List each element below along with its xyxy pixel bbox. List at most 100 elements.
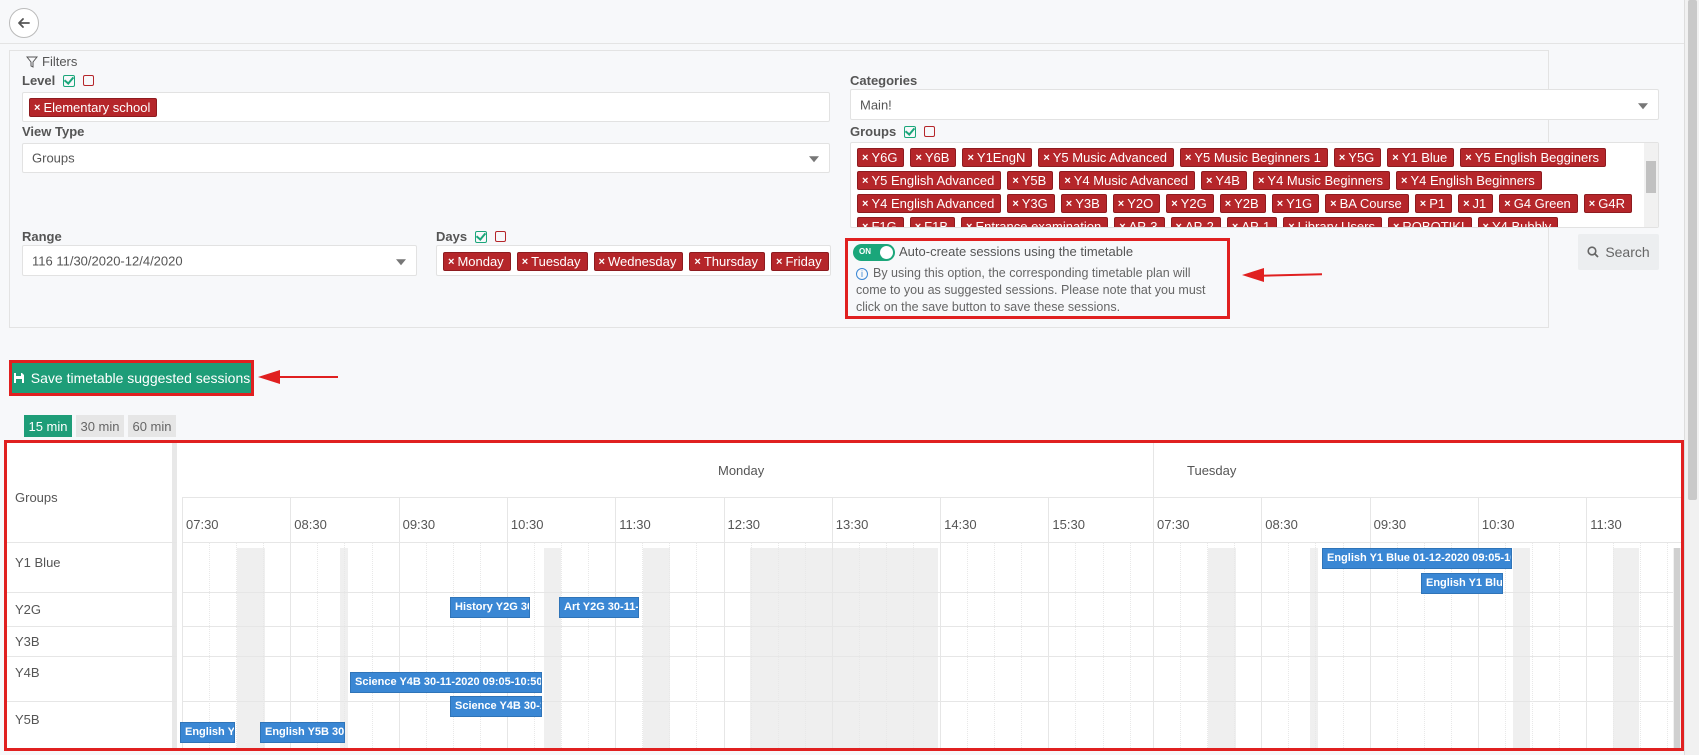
session-event[interactable]: English Y1 Blue: [1421, 573, 1503, 594]
remove-tag-icon[interactable]: ×: [1420, 198, 1426, 210]
selected-tag[interactable]: × P1: [1414, 194, 1453, 213]
auto-create-toggle[interactable]: ON: [853, 244, 895, 261]
selected-tag[interactable]: × Y5 English Advanced: [857, 171, 1002, 190]
remove-tag-icon[interactable]: ×: [1401, 175, 1407, 187]
page-scrollbar[interactable]: [1684, 0, 1699, 755]
deselect-all-square-icon[interactable]: [495, 231, 507, 242]
remove-tag-icon[interactable]: ×: [862, 198, 868, 210]
deselect-all-square-icon[interactable]: [924, 126, 936, 137]
selected-tag[interactable]: × AP-1: [1226, 217, 1278, 228]
remove-tag-icon[interactable]: ×: [448, 256, 454, 268]
remove-tag-icon[interactable]: ×: [915, 152, 921, 164]
selected-tag[interactable]: × Y2B: [1219, 194, 1266, 213]
remove-tag-icon[interactable]: ×: [1185, 152, 1191, 164]
groups-scrollbar[interactable]: [1644, 143, 1658, 227]
deselect-all-square-icon[interactable]: [83, 75, 95, 86]
selected-tag[interactable]: × Y5G: [1333, 148, 1382, 167]
remove-tag-icon[interactable]: ×: [522, 256, 528, 268]
remove-tag-icon[interactable]: ×: [966, 221, 972, 228]
selected-tag[interactable]: × G4 Green: [1499, 194, 1578, 213]
selected-tag[interactable]: × Y1EngN: [962, 148, 1033, 167]
remove-tag-icon[interactable]: ×: [1225, 198, 1231, 210]
select-all-check-icon[interactable]: [63, 74, 76, 87]
selected-tag[interactable]: × Y4 Bubbly: [1477, 217, 1559, 228]
zoom-60-button[interactable]: 60 min: [128, 415, 176, 437]
remove-tag-icon[interactable]: ×: [967, 152, 973, 164]
remove-tag-icon[interactable]: ×: [1339, 152, 1345, 164]
selected-tag[interactable]: × Y5 Music Advanced: [1038, 148, 1174, 167]
remove-tag-icon[interactable]: ×: [915, 221, 921, 228]
selected-tag[interactable]: × F1G: [857, 217, 904, 228]
selected-tag[interactable]: × Y4 English Beginners: [1396, 171, 1542, 190]
selected-tag[interactable]: × Y4B: [1200, 171, 1247, 190]
selected-tag[interactable]: × ROBOTIKI: [1387, 217, 1472, 228]
level-select[interactable]: × Elementary school: [22, 92, 830, 122]
selected-tag[interactable]: × Tuesday: [516, 252, 588, 271]
remove-tag-icon[interactable]: ×: [1258, 175, 1264, 187]
selected-tag[interactable]: × Y4 Music Advanced: [1059, 171, 1195, 190]
selected-tag[interactable]: × Y6G: [857, 148, 905, 167]
remove-tag-icon[interactable]: ×: [1119, 221, 1125, 228]
session-event[interactable]: English Y5B 30-11-2020: [260, 722, 345, 743]
selected-tag[interactable]: × Y3B: [1060, 194, 1107, 213]
selected-tag[interactable]: × Entrance examination: [961, 217, 1109, 228]
selected-tag[interactable]: × Y1G: [1271, 194, 1320, 213]
selected-tag[interactable]: × Elementary school: [29, 98, 158, 117]
remove-tag-icon[interactable]: ×: [599, 256, 605, 268]
selected-tag[interactable]: × AP-3: [1114, 217, 1165, 228]
selected-tag[interactable]: × Y3G: [1007, 194, 1055, 213]
session-event[interactable]: English Y5B: [180, 722, 235, 743]
remove-tag-icon[interactable]: ×: [1176, 221, 1182, 228]
remove-tag-icon[interactable]: ×: [1012, 175, 1018, 187]
selected-tag[interactable]: × Y2O: [1112, 194, 1161, 213]
remove-tag-icon[interactable]: ×: [1504, 198, 1510, 210]
zoom-15-button[interactable]: 15 min: [24, 415, 72, 437]
selected-tag[interactable]: × BA Course: [1325, 194, 1409, 213]
remove-tag-icon[interactable]: ×: [1064, 175, 1070, 187]
select-all-check-icon[interactable]: [904, 125, 917, 138]
calendar-scrollbar[interactable]: [1673, 548, 1681, 748]
remove-tag-icon[interactable]: ×: [776, 256, 782, 268]
remove-tag-icon[interactable]: ×: [1232, 221, 1238, 228]
session-event[interactable]: English Y1 Blue 01-12-2020 09:05-10:50: [1322, 548, 1512, 569]
groups-select[interactable]: × Y6G × Y6B × Y1EngN × Y5 Music Advanced × Y5 Mus…: [850, 142, 1659, 228]
back-button[interactable]: [9, 8, 39, 38]
remove-tag-icon[interactable]: ×: [1012, 198, 1018, 210]
remove-tag-icon[interactable]: ×: [1330, 198, 1336, 210]
session-event[interactable]: Art Y2G 30-11-2020: [559, 597, 639, 618]
remove-tag-icon[interactable]: ×: [1171, 198, 1177, 210]
days-select[interactable]: × Monday × Tuesday × Wednesday × Thursday × Frida…: [436, 245, 831, 276]
selected-tag[interactable]: × Y4 Music Beginners: [1252, 171, 1391, 190]
remove-tag-icon[interactable]: ×: [862, 175, 868, 187]
session-event[interactable]: Science Y4B 30-11-2020 09:05-10:50: [350, 672, 542, 693]
session-event[interactable]: History Y2G 30-11-2020: [450, 597, 530, 618]
remove-tag-icon[interactable]: ×: [1392, 152, 1398, 164]
remove-tag-icon[interactable]: ×: [1463, 198, 1469, 210]
remove-tag-icon[interactable]: ×: [1393, 221, 1399, 228]
remove-tag-icon[interactable]: ×: [1277, 198, 1283, 210]
selected-tag[interactable]: × AP-2: [1170, 217, 1221, 228]
save-timetable-button[interactable]: Save timetable suggested sessions: [9, 360, 254, 396]
selected-tag[interactable]: × Y1 Blue: [1387, 148, 1455, 167]
selected-tag[interactable]: × F1B: [909, 217, 956, 228]
selected-tag[interactable]: × Y5 Music Beginners 1: [1179, 148, 1328, 167]
selected-tag[interactable]: × Library Users: [1283, 217, 1382, 228]
selected-tag[interactable]: × Friday: [771, 252, 829, 271]
selected-tag[interactable]: × Thursday: [689, 252, 766, 271]
session-event[interactable]: Science Y4B 30-11-2020: [450, 696, 542, 717]
selected-tag[interactable]: × Monday: [443, 252, 511, 271]
remove-tag-icon[interactable]: ×: [1483, 221, 1489, 228]
remove-tag-icon[interactable]: ×: [1118, 198, 1124, 210]
remove-tag-icon[interactable]: ×: [862, 221, 868, 228]
categories-select[interactable]: Main!: [850, 89, 1659, 120]
remove-tag-icon[interactable]: ×: [1043, 152, 1049, 164]
selected-tag[interactable]: × Y6B: [910, 148, 957, 167]
zoom-30-button[interactable]: 30 min: [76, 415, 124, 437]
view-type-select[interactable]: Groups: [22, 143, 830, 173]
selected-tag[interactable]: × Y2G: [1166, 194, 1214, 213]
selected-tag[interactable]: × Y5 English Begginers: [1460, 148, 1607, 167]
remove-tag-icon[interactable]: ×: [34, 102, 40, 114]
remove-tag-icon[interactable]: ×: [1066, 198, 1072, 210]
remove-tag-icon[interactable]: ×: [1288, 221, 1294, 228]
select-all-check-icon[interactable]: [475, 230, 488, 243]
